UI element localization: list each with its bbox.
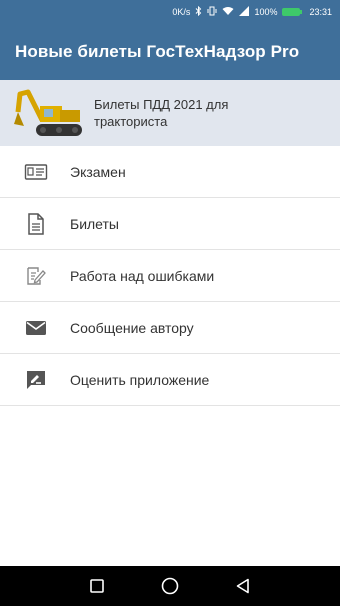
- menu-item-label: Билеты: [70, 215, 119, 232]
- recents-square-icon[interactable]: [85, 574, 109, 598]
- edit-document-icon: [24, 264, 48, 288]
- menu-item-exam[interactable]: Экзамен: [0, 146, 340, 198]
- app-title: Новые билеты ГосТехНадзор Pro: [15, 42, 300, 61]
- document-icon: [24, 212, 48, 236]
- menu-item-mistakes[interactable]: Работа над ошибками: [0, 250, 340, 302]
- menu-list: Экзамен Билеты Работа над ошибками Сообщ…: [0, 146, 340, 406]
- menu-item-label: Оценить приложение: [70, 371, 210, 388]
- menu-item-message-author[interactable]: Сообщение автору: [0, 302, 340, 354]
- back-triangle-icon[interactable]: [231, 574, 255, 598]
- mail-icon: [24, 316, 48, 340]
- excavator-image: [12, 82, 84, 144]
- home-circle-icon[interactable]: [158, 574, 182, 598]
- menu-item-label: Сообщение автору: [70, 319, 194, 336]
- menu-item-label: Работа над ошибками: [70, 267, 215, 284]
- system-nav-bar: [0, 566, 340, 606]
- battery-icon: [282, 8, 303, 16]
- menu-item-rate-app[interactable]: Оценить приложение: [0, 354, 340, 406]
- screen: 0K/s 100% 23:31 Новые билеты ГосТехНадзо…: [0, 0, 340, 606]
- menu-item-tickets[interactable]: Билеты: [0, 198, 340, 250]
- network-speed: 0K/s: [172, 6, 191, 17]
- status-bar: 0K/s 100% 23:31: [0, 0, 340, 24]
- vibrate-icon: [207, 6, 217, 18]
- menu-item-label: Экзамен: [70, 163, 126, 180]
- rate-review-icon: [24, 368, 48, 392]
- wifi-icon: [222, 6, 234, 18]
- app-bar: Новые билеты ГосТехНадзор Pro: [0, 24, 340, 80]
- header-banner: Билеты ПДД 2021 для тракториста: [0, 80, 340, 146]
- id-card-icon: [24, 160, 48, 184]
- clock: 23:31: [309, 6, 332, 17]
- signal-icon: [239, 6, 250, 18]
- battery-percent: 100%: [254, 6, 278, 17]
- bluetooth-icon: [195, 5, 202, 18]
- header-title: Билеты ПДД 2021 для тракториста: [94, 97, 229, 129]
